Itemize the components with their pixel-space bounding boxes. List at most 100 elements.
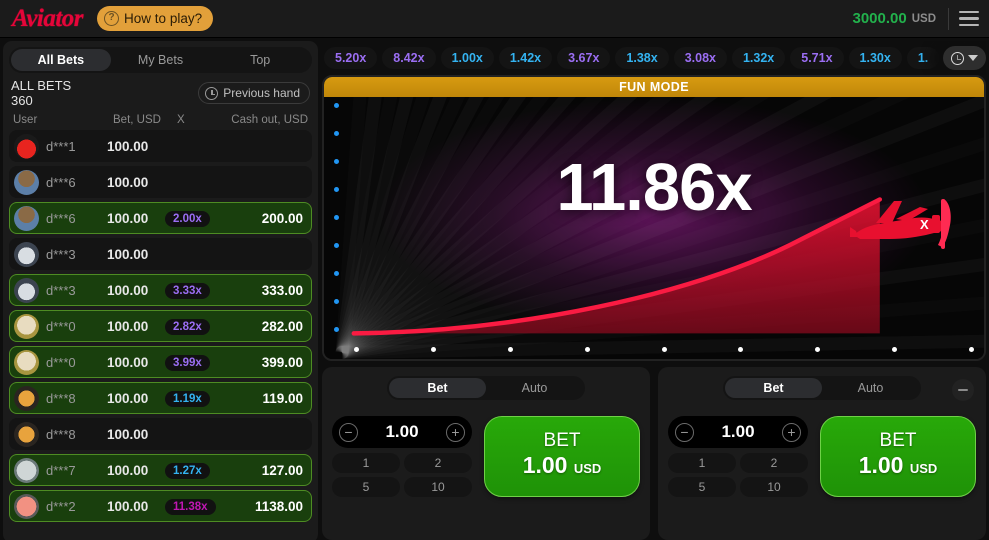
status-badge: 3.99x bbox=[165, 355, 210, 371]
bet-panel-body: − 1.00 +1 2 5 10 BET 1.00 USD bbox=[668, 416, 976, 497]
history-multiplier[interactable]: 5.20x bbox=[324, 47, 378, 69]
history-multiplier[interactable]: 1.30x bbox=[848, 47, 902, 69]
how-to-play-button[interactable]: ? How to play? bbox=[97, 6, 214, 31]
history-multiplier[interactable]: 5.71x bbox=[790, 47, 844, 69]
avatar bbox=[14, 313, 39, 339]
row-username: d***2 bbox=[46, 498, 76, 514]
all-bets-count: 360 bbox=[11, 93, 33, 108]
history-multiplier[interactable]: 1.00x bbox=[440, 47, 494, 69]
avatar bbox=[14, 457, 39, 483]
avatar bbox=[14, 349, 39, 375]
row-cashout-amount: 127.00 bbox=[261, 462, 303, 478]
table-row[interactable]: d***1 100.00 bbox=[9, 130, 312, 162]
bet-button-currency: USD bbox=[573, 460, 602, 476]
decrease-stake-button[interactable]: − bbox=[339, 422, 358, 442]
bets-table-body[interactable]: d***1 100.00 d***6 100.00 d***6 100.00 2.00x 20… bbox=[3, 130, 318, 540]
all-bets-header: ALL BETS 360 Previous hand bbox=[3, 73, 318, 112]
quick-amount-2[interactable]: 2 bbox=[740, 453, 808, 473]
table-row[interactable]: d***3 100.00 bbox=[9, 238, 312, 270]
table-row[interactable]: d***3 100.00 3.33x 333.00 bbox=[9, 274, 312, 306]
stake-input[interactable]: 1.00 bbox=[385, 422, 418, 442]
increase-stake-button[interactable]: + bbox=[782, 422, 801, 442]
table-row[interactable]: d***7 100.00 1.27x 127.00 bbox=[9, 454, 312, 486]
row-bet-amount: 100.00 bbox=[107, 390, 149, 406]
sidebar-tab-top[interactable]: Top bbox=[210, 49, 310, 71]
history-multiplier[interactable]: 1.42x bbox=[498, 47, 553, 69]
tab-bet[interactable]: Bet bbox=[725, 378, 822, 398]
history-multiplier[interactable]: 1. bbox=[906, 47, 940, 69]
previous-hand-button[interactable]: Previous hand bbox=[198, 82, 310, 104]
history-multiplier[interactable]: 8.42x bbox=[382, 47, 436, 69]
row-username: d***0 bbox=[46, 318, 76, 334]
table-row[interactable]: d***8 100.00 bbox=[9, 418, 312, 450]
row-cashout-amount: 399.00 bbox=[261, 354, 303, 370]
quick-amount-10[interactable]: 10 bbox=[740, 477, 808, 497]
bet-button-label: BET bbox=[543, 429, 581, 451]
previous-hand-label: Previous hand bbox=[223, 86, 300, 100]
avatar bbox=[14, 493, 39, 519]
row-username: d***7 bbox=[46, 462, 76, 478]
bet-panels: Bet Auto −1.00 +1 2 5 10 BET 1.00 USD Bet Auto −1.0… bbox=[322, 367, 986, 540]
quick-amount-5[interactable]: 5 bbox=[668, 477, 736, 497]
history-multiplier[interactable]: 3.08x bbox=[673, 47, 727, 69]
avatar bbox=[14, 277, 39, 303]
tab-bet[interactable]: Bet bbox=[389, 378, 486, 398]
row-multiplier-cell: 1.27x bbox=[165, 461, 225, 479]
row-username: d***0 bbox=[46, 354, 76, 370]
row-multiplier-cell: 11.38x bbox=[165, 497, 225, 515]
all-bets-label: ALL BETS bbox=[11, 78, 72, 93]
collapse-panel-button[interactable] bbox=[952, 379, 974, 401]
history-icon bbox=[205, 86, 219, 100]
quick-amount-1[interactable]: 1 bbox=[332, 453, 400, 473]
quick-amount-10[interactable]: 10 bbox=[404, 477, 472, 497]
table-row[interactable]: d***8 100.00 1.19x 119.00 bbox=[9, 382, 312, 414]
fun-mode-banner: FUN MODE bbox=[324, 77, 984, 97]
status-badge: 11.38x bbox=[165, 499, 216, 515]
quick-amount-5[interactable]: 5 bbox=[332, 477, 400, 497]
decrease-stake-button[interactable]: − bbox=[675, 422, 694, 442]
balance-amount: 3000.00 bbox=[852, 10, 907, 27]
table-row[interactable]: d***0 100.00 3.99x 399.00 bbox=[9, 346, 312, 378]
sidebar-tab-my-bets[interactable]: My Bets bbox=[111, 49, 211, 71]
sidebar-tab-all-bets[interactable]: All Bets bbox=[11, 49, 111, 71]
how-to-play-label: How to play? bbox=[124, 11, 203, 26]
increase-stake-button[interactable]: + bbox=[446, 422, 465, 442]
avatar bbox=[14, 421, 39, 447]
place-bet-button[interactable]: BET 1.00 USD bbox=[484, 416, 640, 497]
column-x: X bbox=[177, 114, 185, 126]
history-toggle-button[interactable] bbox=[943, 46, 986, 70]
quick-amount-buttons: 1 2 5 10 bbox=[668, 453, 808, 497]
current-multiplier: 11.86x bbox=[556, 150, 752, 225]
stake-column: − 1.00 +1 2 5 10 bbox=[668, 416, 808, 497]
avatar bbox=[14, 133, 39, 159]
table-row[interactable]: d***2 100.00 11.38x 1138.00 bbox=[9, 490, 312, 522]
row-multiplier-cell: 2.82x bbox=[165, 317, 225, 335]
history-multiplier[interactable]: 3.67x bbox=[557, 47, 611, 69]
history-multiplier[interactable]: 1.38x bbox=[615, 47, 669, 69]
tab-auto[interactable]: Auto bbox=[486, 378, 583, 398]
quick-amount-2[interactable]: 2 bbox=[404, 453, 472, 473]
row-bet-amount: 100.00 bbox=[107, 498, 149, 514]
bet-button-currency: USD bbox=[909, 460, 938, 476]
bet-button-label: BET bbox=[879, 429, 917, 451]
column-user: User bbox=[13, 114, 38, 126]
tab-auto[interactable]: Auto bbox=[822, 378, 919, 398]
row-multiplier-cell: 1.19x bbox=[165, 389, 225, 407]
row-cashout-amount: 119.00 bbox=[262, 390, 303, 406]
table-row[interactable]: d***6 100.00 bbox=[9, 166, 312, 198]
row-multiplier-cell: 3.33x bbox=[165, 281, 225, 299]
status-badge: 3.33x bbox=[165, 283, 210, 299]
stake-input[interactable]: 1.00 bbox=[721, 422, 754, 442]
row-bet-amount: 100.00 bbox=[107, 282, 149, 298]
aviator-logo: Aviator bbox=[12, 4, 84, 32]
balance-currency: USD bbox=[911, 12, 936, 25]
bets-table-header: User Bet, USD X Cash out, USD bbox=[3, 112, 318, 130]
history-multiplier[interactable]: 1.32x bbox=[731, 47, 786, 69]
quick-amount-1[interactable]: 1 bbox=[668, 453, 736, 473]
row-cashout-amount: 200.00 bbox=[261, 210, 303, 226]
table-row[interactable]: d***0 100.00 2.82x 282.00 bbox=[9, 310, 312, 342]
menu-icon[interactable] bbox=[949, 0, 989, 38]
row-username: d***3 bbox=[46, 282, 76, 298]
place-bet-button[interactable]: BET 1.00 USD bbox=[820, 416, 976, 497]
table-row[interactable]: d***6 100.00 2.00x 200.00 bbox=[9, 202, 312, 234]
